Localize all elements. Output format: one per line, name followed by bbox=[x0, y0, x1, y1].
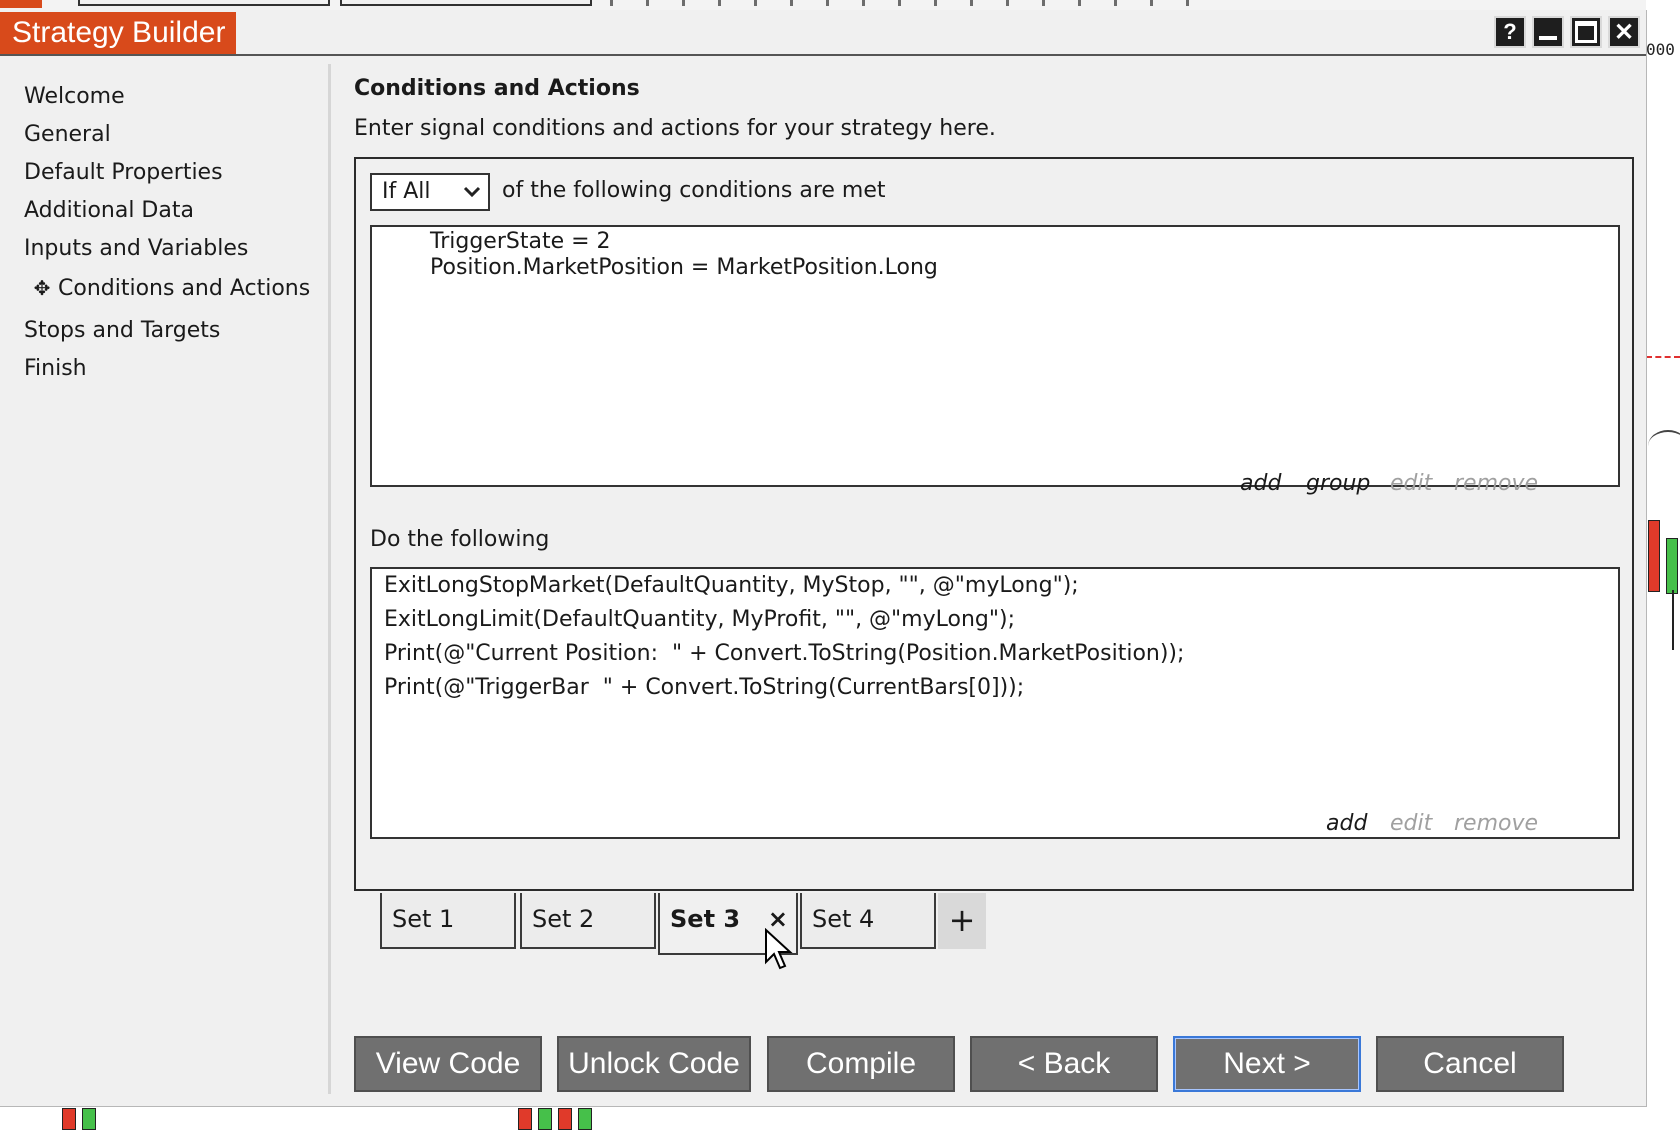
action-item[interactable]: Print(@"Current Position: " + Convert.To… bbox=[384, 641, 1184, 666]
maximize-button[interactable] bbox=[1570, 16, 1602, 48]
add-action-link[interactable]: add bbox=[1326, 811, 1367, 836]
add-condition-link[interactable]: add bbox=[1240, 471, 1281, 496]
background-field bbox=[78, 0, 330, 6]
compile-button[interactable]: Compile bbox=[767, 1036, 955, 1092]
tab-label: Set 2 bbox=[532, 905, 595, 933]
background-candle bbox=[558, 1108, 572, 1130]
background-field bbox=[340, 0, 592, 6]
nav-item-conditions-actions[interactable]: ✥ Conditions and Actions bbox=[30, 276, 311, 301]
background-chart-bottom bbox=[0, 1106, 1646, 1130]
action-item[interactable]: ExitLongStopMarket(DefaultQuantity, MySt… bbox=[384, 573, 1079, 598]
tab-label: Set 1 bbox=[392, 905, 455, 933]
nav-item-stops-targets[interactable]: Stops and Targets bbox=[24, 318, 220, 343]
background-toolbar bbox=[0, 0, 1680, 10]
nav-item-welcome[interactable]: Welcome bbox=[24, 84, 125, 109]
window-title: Strategy Builder bbox=[0, 12, 236, 54]
nav-item-additional-data[interactable]: Additional Data bbox=[24, 198, 194, 223]
strategy-builder-dialog: Strategy Builder ? ✕ Welcome General Def… bbox=[0, 10, 1647, 1107]
action-item[interactable]: ExitLongLimit(DefaultQuantity, MyProfit,… bbox=[384, 607, 1015, 632]
background-price-line bbox=[1646, 356, 1680, 358]
mouse-cursor-icon bbox=[765, 928, 793, 970]
nav-item-label: Conditions and Actions bbox=[58, 276, 311, 301]
background-candle-wick bbox=[1672, 590, 1674, 650]
condition-item[interactable]: Position.MarketPosition = MarketPosition… bbox=[430, 255, 938, 280]
tab-set-1[interactable]: Set 1 bbox=[380, 893, 516, 949]
background-indicator-curve bbox=[1648, 430, 1680, 462]
page-title: Conditions and Actions bbox=[354, 76, 640, 101]
background-candle bbox=[538, 1108, 552, 1130]
nav-item-inputs-variables[interactable]: Inputs and Variables bbox=[24, 236, 248, 261]
condition-set-panel: If All of the following conditions are m… bbox=[354, 157, 1634, 891]
condition-item[interactable]: TriggerState = 2 bbox=[430, 229, 611, 254]
background-candle bbox=[1666, 538, 1678, 594]
action-item[interactable]: Print(@"TriggerBar " + Convert.ToString(… bbox=[384, 675, 1024, 700]
remove-condition-link[interactable]: remove bbox=[1454, 471, 1538, 496]
background-candle bbox=[82, 1108, 96, 1130]
tab-set-4[interactable]: Set 4 bbox=[800, 893, 936, 949]
tab-label: Set 3 bbox=[670, 905, 741, 933]
tab-set-2[interactable]: Set 2 bbox=[520, 893, 656, 949]
edit-action-link[interactable]: edit bbox=[1390, 811, 1432, 836]
help-icon: ? bbox=[1503, 19, 1517, 44]
background-candle bbox=[518, 1108, 532, 1130]
remove-action-link[interactable]: remove bbox=[1454, 811, 1538, 836]
background-chart: 000 bbox=[1646, 0, 1680, 1128]
close-icon: ✕ bbox=[1613, 18, 1635, 46]
background-candle bbox=[578, 1108, 592, 1130]
condition-mode-select[interactable]: If All bbox=[370, 173, 490, 211]
view-code-button[interactable]: View Code bbox=[354, 1036, 542, 1092]
add-set-button[interactable]: + bbox=[938, 893, 986, 949]
background-axis-label: 000 bbox=[1646, 40, 1675, 59]
edit-condition-link[interactable]: edit bbox=[1390, 471, 1432, 496]
tab-label: Set 4 bbox=[812, 905, 875, 933]
actions-list[interactable]: ExitLongStopMarket(DefaultQuantity, MySt… bbox=[370, 567, 1620, 839]
wizard-nav: Welcome General Default Properties Addit… bbox=[12, 64, 331, 1094]
group-condition-link[interactable]: group bbox=[1306, 471, 1370, 496]
background-candle bbox=[1648, 520, 1660, 592]
next-button[interactable]: Next > bbox=[1173, 1036, 1361, 1092]
condition-mode-label: of the following conditions are met bbox=[502, 178, 886, 203]
title-bar[interactable]: Strategy Builder ? ✕ bbox=[0, 10, 1646, 56]
cancel-button[interactable]: Cancel bbox=[1376, 1036, 1564, 1092]
condition-mode-value: If All bbox=[382, 179, 431, 204]
nav-item-general[interactable]: General bbox=[24, 122, 111, 147]
background-toolbar-icons bbox=[610, 0, 1210, 6]
actions-label: Do the following bbox=[370, 527, 550, 552]
background-app-logo bbox=[0, 0, 42, 8]
nav-item-default-properties[interactable]: Default Properties bbox=[24, 160, 223, 185]
minimize-button[interactable] bbox=[1532, 16, 1564, 48]
nav-item-finish[interactable]: Finish bbox=[24, 356, 87, 381]
unlock-code-button[interactable]: Unlock Code bbox=[557, 1036, 751, 1092]
back-button[interactable]: < Back bbox=[970, 1036, 1158, 1092]
help-button[interactable]: ? bbox=[1494, 16, 1526, 48]
conditions-list[interactable]: TriggerState = 2 Position.MarketPosition… bbox=[370, 225, 1620, 487]
active-step-icon: ✥ bbox=[33, 276, 51, 300]
page-description: Enter signal conditions and actions for … bbox=[354, 116, 996, 141]
chevron-down-icon bbox=[463, 186, 481, 198]
plus-icon: + bbox=[948, 901, 976, 939]
background-candle bbox=[62, 1108, 76, 1130]
close-button[interactable]: ✕ bbox=[1608, 16, 1640, 48]
